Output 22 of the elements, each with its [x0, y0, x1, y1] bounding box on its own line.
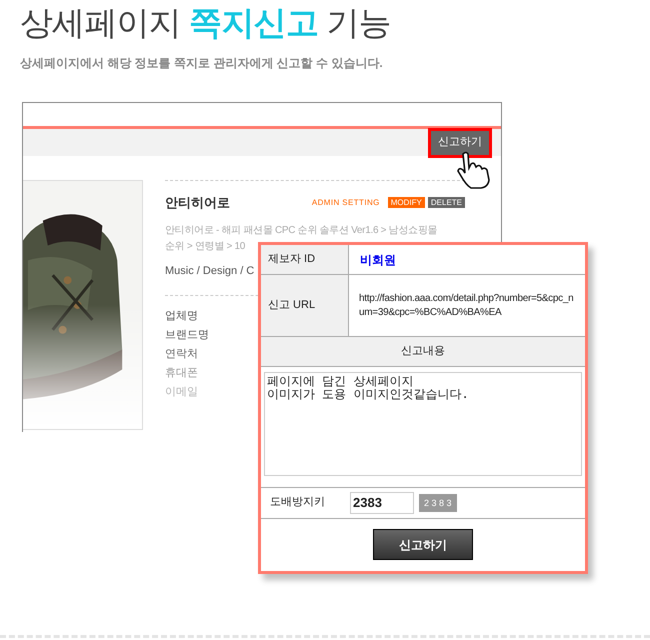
- field-label: 연락처: [165, 347, 198, 362]
- content-field[interactable]: 페이지에 담긴 상세페이지 이미지가 도용 이미지인것같습니다.: [264, 372, 582, 476]
- delete-button[interactable]: DELETE: [428, 197, 465, 208]
- admin-label: ADMIN SETTING: [312, 196, 380, 209]
- field-label: 이메일: [165, 385, 198, 400]
- product-name: 안티히어로: [165, 194, 230, 212]
- field-label: 업체명: [165, 309, 198, 324]
- page-title: 상세페이지 쪽지신고 기능: [20, 3, 392, 43]
- report-button[interactable]: 신고하기: [431, 130, 489, 154]
- captcha-field[interactable]: 2383: [350, 492, 414, 514]
- captcha-label: 도배방지키: [270, 495, 326, 510]
- page-subtitle: 상세페이지에서 해당 정보를 쪽지로 관리자에게 신고할 수 있습니다.: [20, 55, 384, 72]
- captcha-code: 2 3 8 3: [419, 494, 457, 512]
- breadcrumb: 안티히어로 - 해피 패션몰 CPC 순위 솔루션 Ver1.6 > 남성쇼핑몰: [165, 224, 438, 238]
- url-value: http://fashion.aaa.com/detail.php?number=5&cpc_num=39&cpc=%BC%AD%BA%EA: [358, 292, 574, 320]
- reporter-label: 제보자 ID: [261, 245, 349, 274]
- breadcrumb: 순위 > 연령별 > 10: [165, 240, 246, 254]
- content-header: 신고내용: [261, 337, 585, 367]
- field-label: 브랜드명: [165, 328, 209, 343]
- submit-button[interactable]: 신고하기: [373, 529, 473, 560]
- url-label: 신고 URL: [261, 275, 349, 336]
- field-label: 휴대폰: [165, 366, 198, 381]
